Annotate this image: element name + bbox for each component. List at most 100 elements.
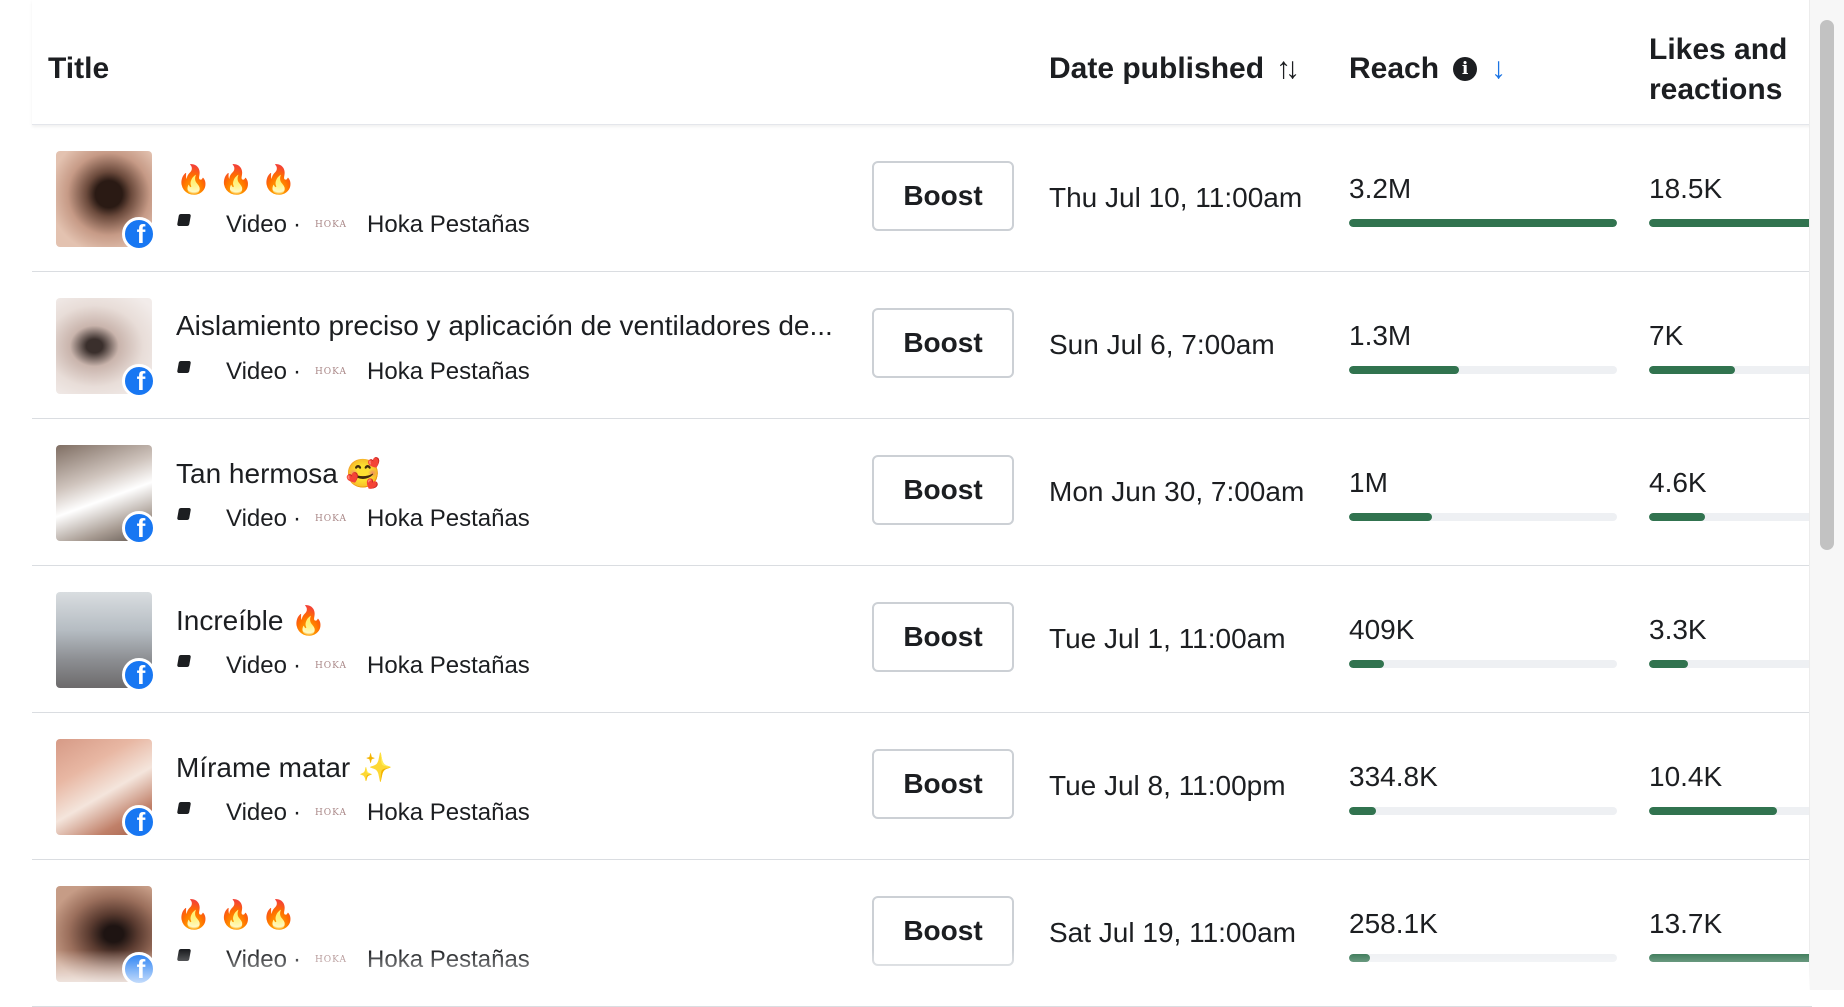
page-logo-icon: HOKA	[314, 955, 348, 965]
reach-bar	[1349, 513, 1617, 521]
post-title[interactable]: 🔥 🔥 🔥	[176, 898, 296, 931]
date-published: Sat Jul 19, 11:00am	[1049, 917, 1296, 948]
reach-bar-fill	[1349, 513, 1433, 521]
page-name: Hoka Pestañas	[367, 358, 530, 385]
reach-bar	[1349, 807, 1617, 815]
column-header-title[interactable]: Title	[48, 52, 109, 86]
scrollbar-thumb[interactable]	[1820, 20, 1834, 550]
table-header: Title Date published ↑↓ Reach i ↓ Likes …	[32, 0, 1812, 125]
separator-dot: ·	[292, 358, 301, 385]
date-published: Sun Jul 6, 7:00am	[1049, 329, 1275, 360]
likes-reactions-value: 10.4K	[1649, 761, 1723, 792]
page-name: Hoka Pestañas	[367, 211, 530, 238]
post-type: Video	[226, 652, 287, 679]
post-title[interactable]: Increíble 🔥	[176, 604, 326, 637]
facebook-icon: f	[122, 364, 156, 398]
likes-reactions-bar	[1649, 807, 1820, 815]
post-meta: Video · HOKA Hoka Pestañas	[176, 946, 530, 974]
video-type-icon	[176, 214, 192, 226]
post-meta: Video · HOKA Hoka Pestañas	[176, 211, 530, 239]
reach-bar-fill	[1349, 954, 1371, 962]
column-header-reach[interactable]: Reach i ↓	[1349, 52, 1506, 86]
post-meta: Video · HOKA Hoka Pestañas	[176, 652, 530, 680]
separator-dot: ·	[292, 211, 301, 238]
column-header-likes-reactions[interactable]: Likes and reactions	[1649, 30, 1787, 110]
page-name: Hoka Pestañas	[367, 652, 530, 679]
page-name: Hoka Pestañas	[367, 505, 530, 532]
separator-dot: ·	[292, 799, 301, 826]
date-published: Mon Jun 30, 7:00am	[1049, 476, 1305, 507]
vertical-scrollbar[interactable]	[1809, 0, 1844, 990]
column-header-date-label: Date published	[1049, 52, 1265, 85]
post-type: Video	[226, 946, 287, 973]
reach-value: 3.2M	[1349, 173, 1412, 204]
column-header-date-published[interactable]: Date published ↑↓	[1049, 52, 1300, 86]
table-row[interactable]: f Mírame matar ✨ Video · HOKA Hoka Pesta…	[32, 713, 1820, 860]
sort-icon[interactable]: ↑↓	[1276, 52, 1300, 86]
likes-bar-fill	[1649, 807, 1778, 815]
table-row[interactable]: f 🔥 🔥 🔥 Video · HOKA Hoka Pestañas Boost…	[32, 125, 1820, 272]
reach-value: 334.8K	[1349, 761, 1438, 792]
boost-button[interactable]: Boost	[872, 749, 1014, 819]
facebook-icon: f	[122, 658, 156, 692]
post-meta: Video · HOKA Hoka Pestañas	[176, 505, 530, 533]
table-row[interactable]: f Increíble 🔥 Video · HOKA Hoka Pestañas…	[32, 566, 1820, 713]
reach-bar-fill	[1349, 660, 1384, 668]
page-name: Hoka Pestañas	[367, 799, 530, 826]
reach-bar-fill	[1349, 219, 1617, 227]
table-row[interactable]: f Aislamiento preciso y aplicación de ve…	[32, 272, 1820, 419]
post-meta: Video · HOKA Hoka Pestañas	[176, 799, 530, 827]
likes-bar-fill	[1649, 366, 1735, 374]
likes-reactions-value: 4.6K	[1649, 467, 1707, 498]
likes-reactions-value: 18.5K	[1649, 173, 1723, 204]
likes-bar-fill	[1649, 513, 1706, 521]
video-type-icon	[176, 655, 192, 667]
boost-button[interactable]: Boost	[872, 602, 1014, 672]
video-type-icon	[176, 508, 192, 520]
column-header-likes-line1: Likes and	[1649, 33, 1788, 66]
video-type-icon	[176, 361, 192, 373]
boost-button[interactable]: Boost	[872, 896, 1014, 966]
date-published: Tue Jul 1, 11:00am	[1049, 623, 1286, 654]
table-row[interactable]: f 🔥 🔥 🔥 Video · HOKA Hoka Pestañas Boost…	[32, 860, 1820, 1007]
post-title[interactable]: Mírame matar ✨	[176, 751, 393, 784]
date-published: Thu Jul 10, 11:00am	[1049, 182, 1303, 213]
reach-bar	[1349, 366, 1617, 374]
boost-button[interactable]: Boost	[872, 161, 1014, 231]
table-row[interactable]: f Tan hermosa 🥰 Video · HOKA Hoka Pestañ…	[32, 419, 1820, 566]
post-title[interactable]: Aislamiento preciso y aplicación de vent…	[176, 310, 833, 342]
separator-dot: ·	[292, 505, 301, 532]
info-icon[interactable]: i	[1453, 57, 1478, 81]
page-logo-icon: HOKA	[314, 514, 348, 524]
post-type: Video	[226, 358, 287, 385]
post-title[interactable]: Tan hermosa 🥰	[176, 457, 381, 490]
page-logo-icon: HOKA	[314, 367, 348, 377]
post-meta: Video · HOKA Hoka Pestañas	[176, 358, 530, 386]
facebook-icon: f	[122, 217, 156, 251]
reach-value: 1M	[1349, 467, 1388, 498]
likes-reactions-value: 3.3K	[1649, 614, 1707, 645]
post-title[interactable]: 🔥 🔥 🔥	[176, 163, 296, 196]
column-header-reach-label: Reach	[1349, 52, 1440, 85]
separator-dot: ·	[292, 652, 301, 679]
likes-reactions-value: 7K	[1649, 320, 1684, 351]
page-name: Hoka Pestañas	[367, 946, 530, 973]
post-type: Video	[226, 799, 287, 826]
reach-value: 1.3M	[1349, 320, 1412, 351]
boost-button[interactable]: Boost	[872, 455, 1014, 525]
video-type-icon	[176, 802, 192, 814]
facebook-icon: f	[122, 511, 156, 545]
reach-value: 409K	[1349, 614, 1415, 645]
likes-reactions-bar	[1649, 660, 1820, 668]
video-type-icon	[176, 949, 192, 961]
reach-bar	[1349, 660, 1617, 668]
post-type: Video	[226, 211, 287, 238]
sort-descending-icon[interactable]: ↓	[1491, 52, 1506, 86]
posts-table: Title Date published ↑↓ Reach i ↓ Likes …	[32, 0, 1820, 1007]
likes-reactions-value: 13.7K	[1649, 908, 1723, 939]
reach-value: 258.1K	[1349, 908, 1438, 939]
likes-reactions-bar	[1649, 366, 1820, 374]
boost-button[interactable]: Boost	[872, 308, 1014, 378]
table-body: f 🔥 🔥 🔥 Video · HOKA Hoka Pestañas Boost…	[32, 125, 1820, 1007]
likes-bar-fill	[1649, 660, 1689, 668]
